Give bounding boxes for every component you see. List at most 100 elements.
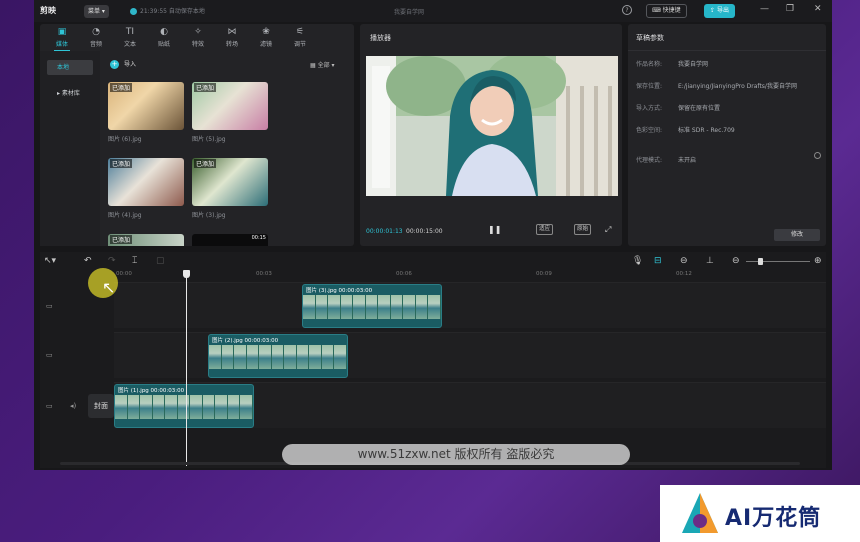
media-thumbnail[interactable]: 已添加: [108, 234, 184, 246]
tab-filter[interactable]: ❀ 滤镜: [250, 25, 282, 48]
time-ruler[interactable]: 00:00 00:03 00:06 00:09 00:12: [114, 270, 826, 280]
redo-icon[interactable]: ↷: [108, 256, 116, 266]
select-tool-icon[interactable]: ↖▾: [44, 256, 56, 266]
timeline-clip[interactable]: 图片 (3).jpg 00:00:03:00: [302, 284, 442, 328]
video-preview[interactable]: [366, 56, 618, 196]
media-filename: 图片 (3).jpg: [192, 212, 226, 219]
track-video-icon[interactable]: ▭: [46, 402, 53, 410]
maximize-icon[interactable]: ❐: [786, 4, 794, 14]
media-thumbnail[interactable]: 00:15: [192, 234, 268, 246]
timeline-clip[interactable]: 图片 (1).jpg 00:00:03:00: [114, 384, 254, 428]
param-label: 导入方式:: [636, 105, 663, 112]
media-sidebar: [40, 51, 100, 246]
current-timecode: 00:00:01:13: [366, 228, 403, 235]
snap-icon[interactable]: ⊟: [654, 256, 662, 266]
divider: [628, 50, 826, 51]
menu-button[interactable]: 菜单 ▾: [84, 5, 109, 18]
param-value: 保留在原有位置: [678, 105, 721, 112]
shortcut-button[interactable]: ⌨ 快捷键: [646, 4, 687, 18]
tab-transition[interactable]: ⋈ 转场: [216, 25, 248, 48]
brand-logo-icon: [682, 493, 718, 533]
param-label: 代理模式:: [636, 157, 663, 164]
zoom-in-icon[interactable]: ⊕: [814, 256, 822, 266]
zoom-slider[interactable]: [746, 261, 810, 262]
media-icon: ▣: [57, 27, 67, 37]
param-value: 标准 SDR - Rec.709: [678, 127, 735, 134]
player-title: 播放器: [370, 34, 391, 42]
save-status: 21:39:55 自动保存本地: [130, 6, 205, 15]
original-button[interactable]: 原始: [574, 224, 592, 235]
zoom-slider-thumb[interactable]: [758, 258, 763, 265]
timeline-clip[interactable]: 图片 (2).jpg 00:00:03:00: [208, 334, 348, 378]
param-value: 我要自学网: [678, 61, 709, 68]
delete-icon[interactable]: ▢: [156, 256, 165, 266]
export-button[interactable]: ⇪ 导出: [704, 4, 735, 18]
tab-effects[interactable]: ✧ 特效: [182, 25, 214, 48]
track-video-icon[interactable]: ▭: [46, 351, 53, 359]
cloud-icon: [130, 8, 137, 15]
info-icon[interactable]: [814, 152, 821, 159]
zoom-out-icon[interactable]: ⊖: [732, 256, 740, 266]
playhead[interactable]: [183, 270, 190, 466]
tab-text[interactable]: TI 文本: [114, 25, 146, 48]
text-icon: TI: [125, 27, 135, 37]
mouse-pointer-icon: ↖: [102, 278, 116, 297]
watermark: www.51zxw.net 版权所有 盗版必究: [282, 444, 630, 465]
fit-button[interactable]: 适应: [536, 224, 554, 235]
fullscreen-icon[interactable]: ⤢: [605, 225, 611, 235]
clip-frames: [115, 395, 253, 419]
close-icon[interactable]: ✕: [814, 4, 822, 14]
draft-title: 草稿参数: [636, 34, 664, 42]
transition-icon: ⋈: [227, 27, 237, 37]
tab-media[interactable]: ▣ 媒体: [46, 25, 78, 51]
param-label: 色彩空间:: [636, 127, 663, 134]
media-filename: 图片 (6).jpg: [108, 136, 142, 143]
media-filename: 图片 (5).jpg: [192, 136, 226, 143]
edit-button[interactable]: 修改: [774, 229, 820, 241]
preview-image: [366, 56, 618, 196]
video-track: [114, 282, 826, 328]
clip-frames: [303, 295, 441, 319]
media-panel: ▣ 媒体 ◔ 音频 TI 文本 ◐ 贴纸 ✧ 特效 ⋈ 转场 ❀ 滤镜 ⚟ 调节 本地 ▸ 素材…: [40, 24, 354, 246]
preview-axis-icon[interactable]: ⊥: [706, 256, 714, 266]
param-label: 保存位置:: [636, 83, 663, 90]
draft-panel: 草稿参数 作品名称: 我要自学网 保存位置: E:/jianying/Jiany…: [628, 24, 826, 246]
document-title: 我要自学网: [394, 9, 425, 16]
clip-frames: [209, 345, 347, 369]
brand-name: AI万花筒: [725, 506, 822, 531]
cover-button[interactable]: 封面: [88, 394, 114, 418]
sidebar-item-local[interactable]: 本地: [47, 60, 93, 75]
adjust-icon: ⚟: [295, 27, 305, 37]
import-button[interactable]: + 导入: [108, 59, 142, 71]
sticker-icon: ◐: [160, 27, 168, 37]
media-thumbnail[interactable]: 已添加: [108, 82, 184, 130]
player-panel: 播放器 00:00:01:13 00:00:15:00 ❚❚ 适应 原始 ⤢: [360, 24, 622, 246]
param-value: 未开启: [678, 157, 697, 164]
media-thumbnail[interactable]: 已添加: [108, 158, 184, 206]
tab-adjust[interactable]: ⚟ 调节: [284, 25, 316, 48]
plus-icon: +: [110, 60, 119, 69]
audio-icon: ◔: [92, 27, 100, 37]
title-bar: 剪映 菜单 ▾ 21:39:55 自动保存本地 我要自学网 ? ⌨ 快捷键 ⇪ …: [34, 0, 832, 22]
undo-icon[interactable]: ↶: [84, 256, 92, 266]
filter-icon: ❀: [262, 27, 270, 37]
param-label: 作品名称:: [636, 61, 663, 68]
sort-dropdown[interactable]: ▦ 全部 ▾: [310, 60, 335, 69]
link-icon[interactable]: ⊖: [680, 256, 688, 266]
effects-icon: ✧: [194, 27, 202, 37]
microphone-icon[interactable]: 🎙: [632, 256, 643, 266]
media-filename: 图片 (4).jpg: [108, 212, 142, 219]
media-thumbnail[interactable]: 已添加: [192, 82, 268, 130]
tab-sticker[interactable]: ◐ 贴纸: [148, 25, 180, 48]
app-logo: 剪映: [40, 6, 56, 15]
mute-icon[interactable]: ◂): [70, 402, 76, 410]
minimize-icon[interactable]: —: [760, 4, 769, 14]
sidebar-item-library[interactable]: ▸ 素材库: [47, 86, 93, 101]
timeline-panel: ↖▾ ↶ ↷ ⌶ ▢ 🎙 ⊟ ⊖ ⊥ ⊖ ⊕ 00:00 00:03 00:06…: [40, 252, 826, 468]
media-thumbnail[interactable]: 已添加: [192, 158, 268, 206]
split-icon[interactable]: ⌶: [132, 256, 137, 266]
pause-icon[interactable]: ❚❚: [488, 225, 501, 234]
track-video-icon[interactable]: ▭: [46, 302, 53, 310]
help-icon[interactable]: ?: [622, 5, 632, 15]
tab-audio[interactable]: ◔ 音频: [80, 25, 112, 48]
